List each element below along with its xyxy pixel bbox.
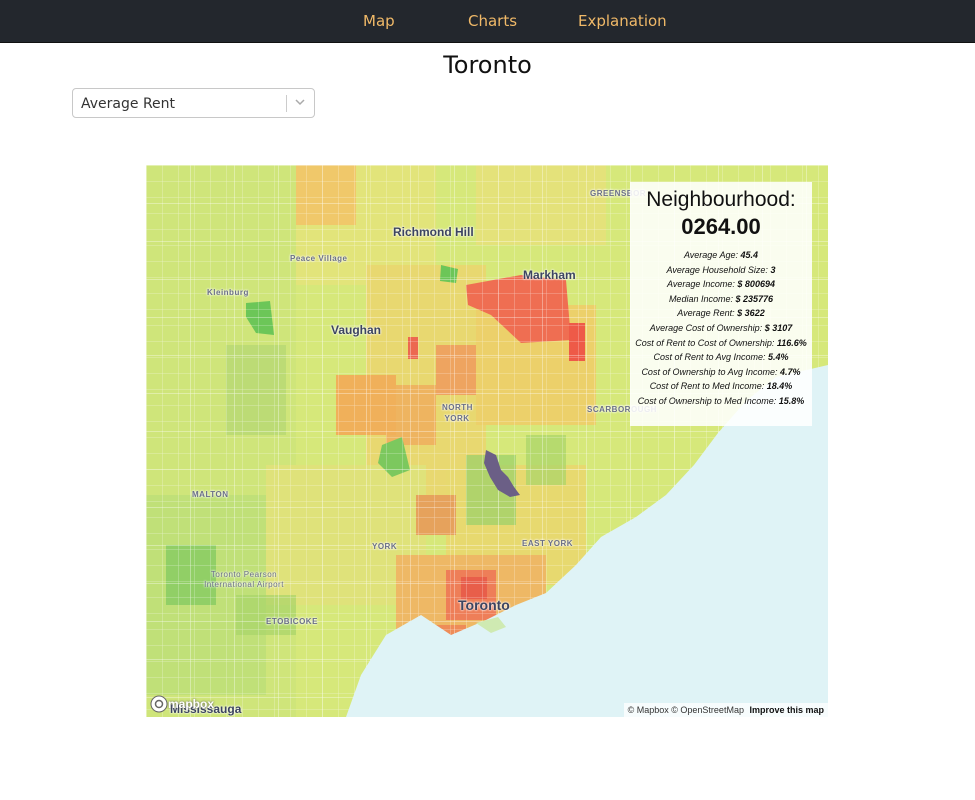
map-label-vaughan: Vaughan [331,323,382,337]
neighbourhood-info-panel: Neighbourhood: 0264.00 Average Age: 45.4… [630,182,812,426]
info-row-label: Average Income: [667,279,735,290]
nav-map-link[interactable]: Map [363,12,395,30]
nav-explanation-link[interactable]: Explanation [578,12,667,30]
info-row: Cost of Ownership to Avg Income: 4.7% [630,365,812,380]
mapbox-logo-icon[interactable] [150,695,168,713]
info-row-label: Cost of Ownership to Med Income: [637,395,777,406]
select-separator [286,95,287,112]
info-row: Median Income: $ 235776 [630,292,812,307]
info-row-label: Cost of Ownership to Avg Income: [641,366,778,377]
info-row-value: $ 3107 [764,322,793,333]
info-row-value: 5.4% [768,352,789,363]
top-navbar: Map Charts Explanation [0,0,975,43]
metric-select-value: Average Rent [81,96,176,112]
info-row-value: 45.4 [740,250,759,260]
map-label-pearson-airport: Toronto Pearson International Airport [204,570,284,589]
info-row-value: 18.4% [766,381,793,392]
info-row: Cost of Rent to Avg Income: 5.4% [630,350,812,365]
info-row-label: Cost of Rent to Med Income: [649,381,765,392]
map-label-kleinburg: Kleinburg [207,288,249,297]
improve-map-link[interactable]: Improve this map [749,705,824,715]
info-row-label: Median Income: [668,293,733,304]
map-label-york: YORK [372,542,398,551]
info-row: Cost of Rent to Cost of Ownership: 116.6… [630,336,812,351]
info-row-label: Average Household Size: [666,264,768,275]
attribution-mapbox-link[interactable]: © Mapbox [628,705,669,715]
info-row-value: $ 800694 [737,279,775,290]
map-label-markham: Markham [523,268,576,282]
info-row: Average Cost of Ownership: $ 3107 [630,321,812,336]
mapbox-logo-text[interactable]: mapbox [168,697,214,711]
page-title: Toronto [443,51,532,79]
info-neighbourhood-code: 0264.00 [681,214,761,239]
nav-charts-link[interactable]: Charts [468,12,517,30]
info-row-label: Average Age: [683,250,738,260]
attribution-osm-link[interactable]: © OpenStreetMap [671,705,744,715]
info-row-value: $ 3622 [737,308,765,319]
info-row-value: 3 [770,264,776,275]
info-row: Average Rent: $ 3622 [630,306,812,321]
info-row-value: 4.7% [780,366,801,377]
map-label-etobicoke: ETOBICOKE [266,617,318,626]
chevron-down-icon[interactable] [294,96,306,108]
info-row: Cost of Ownership to Med Income: 15.8% [630,394,812,409]
info-heading: Neighbourhood: [646,188,796,211]
choropleth-map[interactable]: GREENSBOR Richmond Hill Markham Peace Vi… [146,165,828,717]
info-row-value: 15.8% [778,395,805,406]
info-row-value: $ 235776 [735,293,774,304]
map-attribution: © Mapbox © OpenStreetMap Improve this ma… [623,703,828,717]
map-label-richmond-hill: Richmond Hill [393,225,474,239]
metric-select[interactable]: Average Rent [72,88,315,118]
info-row-label: Cost of Rent to Avg Income: [653,352,766,363]
info-row: Average Age: 45.4 [630,248,812,263]
map-label-malton: MALTON [192,490,229,499]
map-label-east-york: EAST YORK [522,539,574,548]
info-row: Average Income: $ 800694 [630,277,812,292]
map-label-peace-village: Peace Village [290,254,348,263]
info-row-value: 116.6% [776,337,807,348]
map-label-toronto: Toronto [458,597,510,613]
map-label-north-york: NORTH YORK [442,403,473,423]
info-row-label: Cost of Rent to Cost of Ownership: [635,337,775,348]
info-row-label: Average Cost of Ownership: [649,322,763,333]
info-row-label: Average Rent: [677,308,735,319]
info-row: Average Household Size: 3 [630,263,812,278]
info-row: Cost of Rent to Med Income: 18.4% [630,379,812,394]
